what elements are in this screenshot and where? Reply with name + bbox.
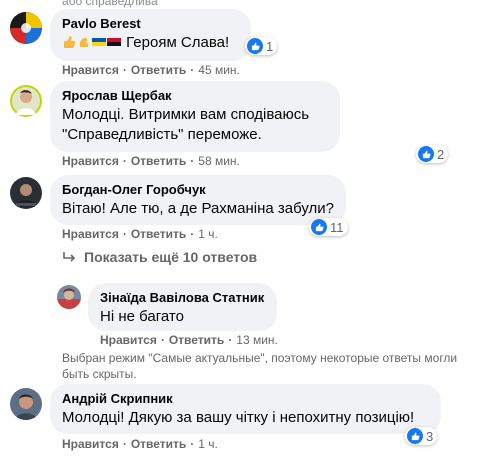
avatar[interactable]: [10, 12, 42, 44]
comment-bubble: Pavlo Berest Героям Слава!: [50, 9, 251, 61]
comment-text: Молодці. Витримки вам сподіваюсь "Справе…: [62, 106, 310, 143]
comment-actions: Нравится · Ответить · 13 мин.: [100, 333, 278, 347]
like-icon: [247, 38, 263, 54]
like-button[interactable]: Нравится: [62, 154, 119, 168]
flexed-biceps-emoji-icon: [79, 37, 89, 47]
comment-actions: Нравится · Ответить · 1 ч.: [62, 437, 218, 451]
reaction-number: 1: [266, 38, 274, 54]
reply-arrow-icon: [63, 252, 76, 262]
reaction-number: 11: [330, 219, 344, 235]
comment-bubble: Ярослав Щербак Молодці. Витримки вам спо…: [50, 81, 340, 152]
red-black-flag-emoji-icon: [107, 38, 121, 46]
comment-author[interactable]: Pavlo Berest: [62, 16, 239, 32]
comment-bubble: Богдан-Олег Горобчук Вітаю! Але тю, а де…: [50, 175, 346, 225]
avatar[interactable]: [57, 285, 81, 309]
avatar[interactable]: [10, 85, 42, 117]
reaction-number: 3: [426, 428, 434, 444]
like-icon: [311, 219, 327, 235]
timestamp[interactable]: 1 ч.: [198, 437, 218, 451]
like-button[interactable]: Нравится: [62, 227, 119, 241]
like-button[interactable]: Нравится: [62, 63, 119, 77]
timestamp[interactable]: 58 мин.: [198, 154, 240, 168]
reply-button[interactable]: Ответить: [131, 154, 186, 168]
reply-button[interactable]: Ответить: [131, 437, 186, 451]
reaction-count[interactable]: 3: [405, 427, 438, 445]
filter-notice: Выбран режим "Самые актуальные", поэтому…: [62, 351, 458, 381]
emoji-icons: [62, 34, 122, 51]
avatar[interactable]: [10, 177, 42, 209]
comment-text-value: Героям Слава!: [126, 34, 230, 51]
timestamp[interactable]: 13 мин.: [236, 333, 278, 347]
like-icon: [407, 428, 423, 444]
previous-comment-fragment: або справедлива: [62, 0, 158, 8]
comment-author[interactable]: Богдан-Олег Горобчук: [62, 182, 334, 198]
comment-author[interactable]: Зінаїда Вавілова Статник: [100, 290, 265, 306]
reaction-count[interactable]: 11: [309, 218, 348, 236]
reaction-count[interactable]: 1: [245, 37, 278, 55]
comment-bubble: Андрій Скрипник Молодці! Дякую за вашу ч…: [50, 384, 441, 434]
show-more-replies-label: Показать ещё 10 ответов: [84, 249, 258, 265]
comment-text: Ні не багато: [100, 308, 184, 325]
timestamp[interactable]: 45 мин.: [198, 63, 240, 77]
reaction-number: 2: [437, 146, 445, 162]
comment-actions: Нравится · Ответить · 58 мин.: [62, 154, 240, 168]
reaction-count[interactable]: 2: [416, 145, 449, 163]
comment-author[interactable]: Андрій Скрипник: [62, 391, 429, 407]
thumbs-up-emoji-icon: [64, 36, 76, 48]
reply-button[interactable]: Ответить: [131, 63, 186, 77]
comment-text: Молодці! Дякую за вашу чітку і непохитну…: [62, 409, 415, 426]
reply-button[interactable]: Ответить: [169, 333, 224, 347]
comment-author[interactable]: Ярослав Щербак: [62, 88, 328, 104]
reply-button[interactable]: Ответить: [131, 227, 186, 241]
avatar[interactable]: [10, 388, 42, 420]
like-button[interactable]: Нравится: [62, 437, 119, 451]
show-more-replies-link[interactable]: Показать ещё 10 ответов: [62, 249, 257, 265]
ukraine-flag-emoji-icon: [92, 38, 106, 46]
comment-bubble: Зінаїда Вавілова Статник Ні не багато: [88, 283, 277, 331]
comment-text: Вітаю! Але тю, а де Рахманіна забули?: [62, 200, 334, 217]
comment-text: Героям Слава!: [62, 33, 239, 53]
timestamp[interactable]: 1 ч.: [198, 227, 218, 241]
like-button[interactable]: Нравится: [100, 333, 157, 347]
comment-actions: Нравится · Ответить · 45 мин.: [62, 63, 240, 77]
like-icon: [418, 146, 434, 162]
comment-actions: Нравится · Ответить · 1 ч.: [62, 227, 218, 241]
